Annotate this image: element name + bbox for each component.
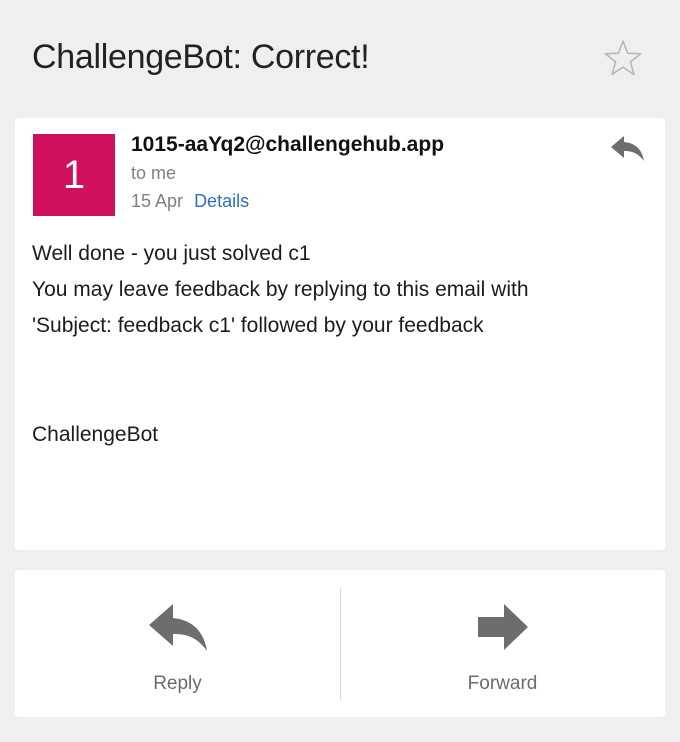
reply-label: Reply (153, 673, 202, 694)
sender-address[interactable]: 1015-aaYq2@challengehub.app (131, 133, 444, 157)
reply-icon[interactable] (609, 132, 647, 164)
subject-header: ChallengeBot: Correct! (0, 0, 680, 118)
forward-button[interactable]: Forward (340, 570, 665, 717)
message-card: 1 1015-aaYq2@challengehub.app to me 15 A… (15, 118, 665, 550)
message-meta: 15 Apr Details (131, 191, 249, 212)
action-bar: Reply Forward (15, 570, 665, 717)
body-line: Well done - you just solved c1 (32, 242, 311, 265)
avatar: 1 (33, 134, 115, 216)
star-icon[interactable] (603, 38, 643, 78)
forward-label: Forward (467, 673, 538, 694)
details-link[interactable]: Details (194, 191, 249, 211)
message-date: 15 Apr (131, 191, 184, 211)
body-line: 'Subject: feedback c1' followed by your … (32, 314, 484, 337)
body-line: You may leave feedback by replying to th… (32, 278, 529, 301)
signature: ChallengeBot (32, 423, 159, 446)
email-subject: ChallengeBot: Correct! (32, 38, 370, 76)
message-body: Well done - you just solved c1 You may l… (32, 236, 642, 344)
recipient-line: to me (131, 163, 177, 183)
forward-arrow-icon (478, 604, 528, 650)
reply-button[interactable]: Reply (15, 570, 340, 717)
reply-icon (149, 604, 207, 651)
